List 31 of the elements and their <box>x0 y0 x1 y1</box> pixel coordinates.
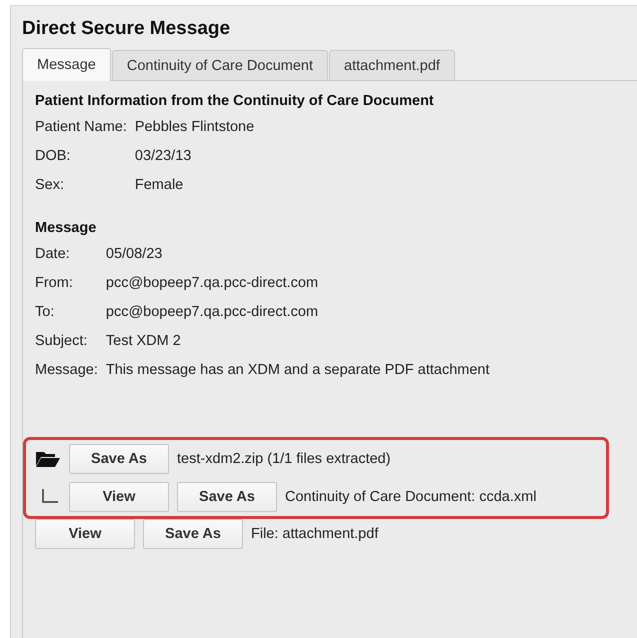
field-value: 05/08/23 <box>106 245 164 264</box>
field-label: Date: <box>35 245 71 264</box>
field-value: pcc@bopeep7.qa.pcc-direct.com <box>106 303 320 322</box>
tab[interactable]: Message <box>22 48 111 81</box>
section-heading: Message <box>35 220 98 236</box>
field-value: Female <box>134 176 184 195</box>
save-as-button[interactable]: Save As <box>143 519 243 549</box>
field-value: Pebbles Flintstone <box>134 118 256 137</box>
field-label: DOB: <box>35 147 72 166</box>
field-value: Test XDM 2 <box>106 332 182 351</box>
tab[interactable]: attachment.pdf <box>329 50 455 80</box>
section-heading: Patient Information from the Continuity of Care Document <box>35 93 435 109</box>
field-value: pcc@bopeep7.qa.pcc-direct.com <box>106 274 320 293</box>
folder-icon <box>35 450 61 468</box>
field-label: From: <box>35 274 74 293</box>
save-as-button[interactable]: Save As <box>69 444 169 474</box>
save-as-button[interactable]: Save As <box>177 482 277 512</box>
field-label: To: <box>35 303 56 322</box>
field-value: This message has an XDM and a separate PDF attachment <box>106 361 491 380</box>
file-label: File: attachment.pdf <box>251 526 378 542</box>
field-label: Sex: <box>35 176 66 195</box>
field-label: Subject: <box>35 332 88 351</box>
window-title: Direct Secure Message <box>22 18 232 40</box>
file-label: Continuity of Care Document: ccda.xml <box>285 489 536 505</box>
tab[interactable]: Continuity of Care Document <box>112 50 328 80</box>
file-label: test-xdm2.zip (1/1 files extracted) <box>177 451 391 467</box>
view-button[interactable]: View <box>69 482 169 512</box>
field-label: Message: <box>35 361 98 380</box>
field-label: Patient Name: <box>35 118 127 137</box>
view-button[interactable]: View <box>35 519 135 549</box>
field-value: 03/23/13 <box>134 147 192 166</box>
